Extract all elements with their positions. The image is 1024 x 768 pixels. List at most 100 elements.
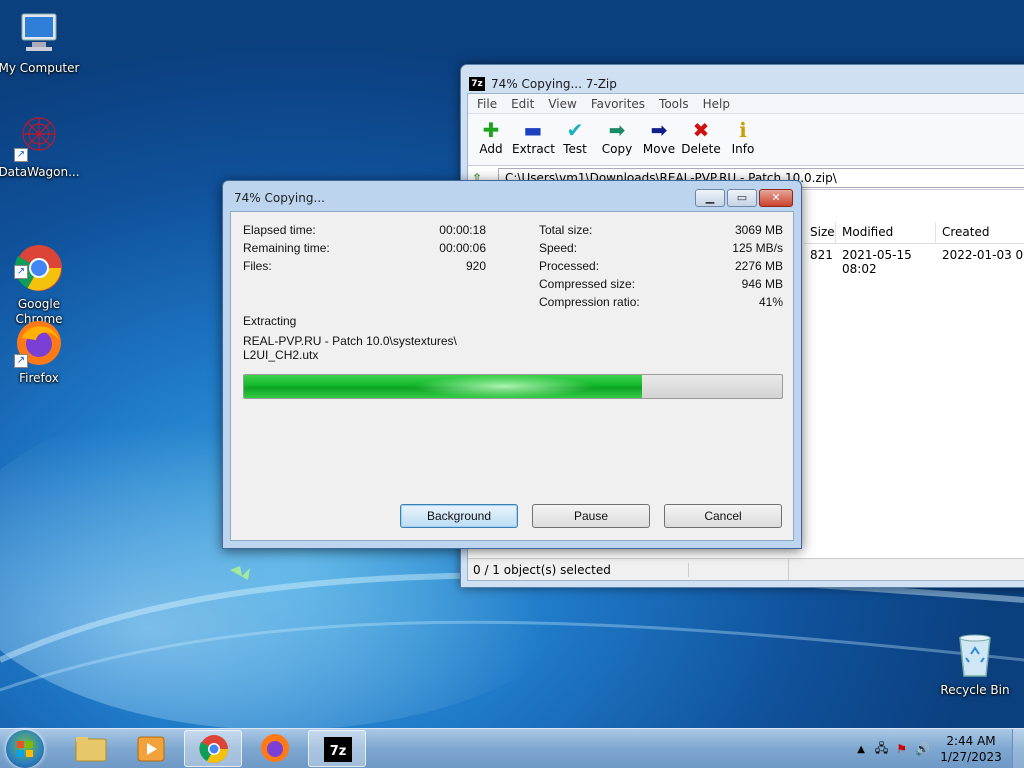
table-row[interactable]: 821 2021-05-15 08:02 2022-01-03 00:23 (804, 246, 1024, 278)
menu-edit[interactable]: Edit (504, 94, 541, 113)
desktop-icon-label: Recycle Bin (940, 683, 1010, 697)
pause-button[interactable]: Pause (532, 504, 650, 528)
info-button[interactable]: ℹ Info (722, 114, 764, 165)
background-button[interactable]: Background (400, 504, 518, 528)
progress-dialog[interactable]: 74% Copying... ▁ ▭ ✕ Elapsed time: 00:00… (222, 180, 802, 549)
chrome-icon (199, 735, 228, 763)
computer-icon (14, 8, 64, 58)
shortcut-arrow-icon: ↗ (14, 265, 28, 279)
check-icon: ✔ (566, 118, 584, 142)
extract-button[interactable]: ▬ Extract (512, 114, 555, 165)
minus-icon: ▬ (523, 118, 543, 142)
window-title: 74% Copying... 7-Zip (491, 77, 617, 91)
processed-label: Processed: (539, 259, 600, 273)
test-button[interactable]: ✔ Test (554, 114, 596, 165)
desktop-icon-my-computer[interactable]: My Computer (0, 8, 84, 76)
close-button[interactable]: ✕ (759, 189, 793, 207)
menu-tools[interactable]: Tools (652, 94, 696, 113)
delete-button[interactable]: ✖ Delete (680, 114, 722, 165)
desktop-icon-label: DataWagon... (0, 165, 80, 179)
firefox-icon (261, 734, 289, 762)
add-button[interactable]: ✚ Add (470, 114, 512, 165)
taskbar-7zip[interactable]: 7z (308, 730, 366, 767)
compressed-size-value: 946 MB (741, 277, 783, 291)
desktop-icon-label: Firefox (19, 371, 59, 385)
firefox-icon: ↗ (14, 318, 64, 368)
files-label: Files: (243, 259, 272, 273)
total-size-value: 3069 MB (734, 223, 783, 237)
system-tray: ▲ 🖧 ⚑ 🔊 2:44 AM 1/27/2023 (857, 729, 1024, 768)
row-created: 2022-01-03 00:23 (942, 248, 1024, 262)
remaining-time-label: Remaining time: (243, 241, 330, 255)
7zip-logo-icon: 7z (469, 77, 485, 91)
move-button[interactable]: ➡ Move (638, 114, 680, 165)
add-label: Add (479, 142, 503, 156)
shortcut-arrow-icon: ↗ (14, 354, 28, 368)
taskbar-chrome[interactable] (184, 730, 242, 767)
column-modified[interactable]: Modified (836, 222, 936, 243)
toolbar: ✚ Add ▬ Extract ✔ Test ➡ Copy ➡ Move ✖ Delete … (468, 114, 1024, 166)
desktop-icon-label: My Computer (0, 61, 80, 75)
status-segment (689, 559, 789, 580)
files-value: 920 (465, 259, 486, 273)
maximize-button[interactable]: ▭ (727, 189, 757, 207)
compressed-size-label: Compressed size: (539, 277, 636, 291)
column-size[interactable]: Size (804, 222, 836, 243)
taskbar-media-player[interactable] (122, 730, 180, 767)
status-bar: 0 / 1 object(s) selected (468, 558, 1024, 580)
speed-label: Speed: (539, 241, 578, 255)
total-size-label: Total size: (539, 223, 593, 237)
test-label: Test (563, 142, 587, 156)
compression-ratio-value: 41% (758, 295, 783, 309)
copy-button[interactable]: ➡ Copy (596, 114, 638, 165)
window-titlebar[interactable]: 7z 74% Copying... 7-Zip (461, 65, 1024, 95)
row-modified: 2021-05-15 08:02 (842, 248, 912, 276)
cancel-button[interactable]: Cancel (664, 504, 782, 528)
processed-value: 2276 MB (734, 259, 783, 273)
menu-file[interactable]: File (470, 94, 504, 113)
menu-help[interactable]: Help (696, 94, 737, 113)
media-player-icon (137, 736, 165, 762)
window-controls: ▁ ▭ ✕ (695, 189, 793, 207)
info-icon: ℹ (739, 118, 747, 142)
show-desktop-button[interactable] (1012, 729, 1024, 768)
minimize-button[interactable]: ▁ (695, 189, 725, 207)
folder-icon (75, 737, 107, 762)
7zip-logo-icon: 7z (324, 737, 352, 762)
taskbar-firefox[interactable] (246, 730, 304, 767)
taskbar: 7z ▲ 🖧 ⚑ 🔊 2:44 AM 1/27/2023 (0, 728, 1024, 768)
clock[interactable]: 2:44 AM 1/27/2023 (936, 733, 1006, 765)
action-center-flag-icon[interactable]: ⚑ (896, 742, 907, 756)
x-icon: ✖ (692, 118, 710, 142)
progress-bar-shine (414, 375, 594, 398)
svg-text:7z: 7z (330, 744, 347, 759)
progress-bar (243, 374, 783, 399)
elapsed-time-label: Elapsed time: (243, 223, 316, 237)
arrow-right-icon: ➡ (650, 118, 668, 142)
plus-icon: ✚ (482, 118, 500, 142)
desktop-icon-firefox[interactable]: ↗ Firefox (0, 318, 84, 386)
row-size: 821 (810, 248, 833, 262)
operation-label: Extracting (243, 314, 297, 328)
compression-ratio-label: Compression ratio: (539, 295, 640, 309)
start-button[interactable] (6, 730, 44, 768)
clock-time: 2:44 AM (946, 734, 996, 748)
desktop-icon-recycle-bin[interactable]: Recycle Bin (930, 630, 1020, 698)
menu-favorites[interactable]: Favorites (584, 94, 652, 113)
volume-icon[interactable]: 🔊 (915, 742, 930, 756)
copy-label: Copy (601, 142, 633, 156)
extract-label: Extract (512, 142, 555, 156)
status-text: 0 / 1 object(s) selected (471, 562, 689, 577)
desktop-icon-datawagon[interactable]: ↗ DataWagon... (0, 112, 84, 180)
info-label: Info (731, 142, 755, 156)
taskbar-explorer[interactable] (62, 730, 120, 767)
chrome-icon: ↗ (14, 229, 64, 291)
menu-view[interactable]: View (541, 94, 583, 113)
move-label: Move (642, 142, 676, 156)
datawagon-icon: ↗ (14, 112, 64, 162)
show-hidden-icons-icon[interactable]: ▲ (857, 744, 865, 755)
network-icon[interactable]: 🖧 (875, 739, 888, 760)
current-file-name: L2UI_CH2.utx (243, 348, 319, 362)
column-created[interactable]: Created (936, 222, 1024, 243)
menu-bar: File Edit View Favorites Tools Help (468, 94, 1024, 114)
